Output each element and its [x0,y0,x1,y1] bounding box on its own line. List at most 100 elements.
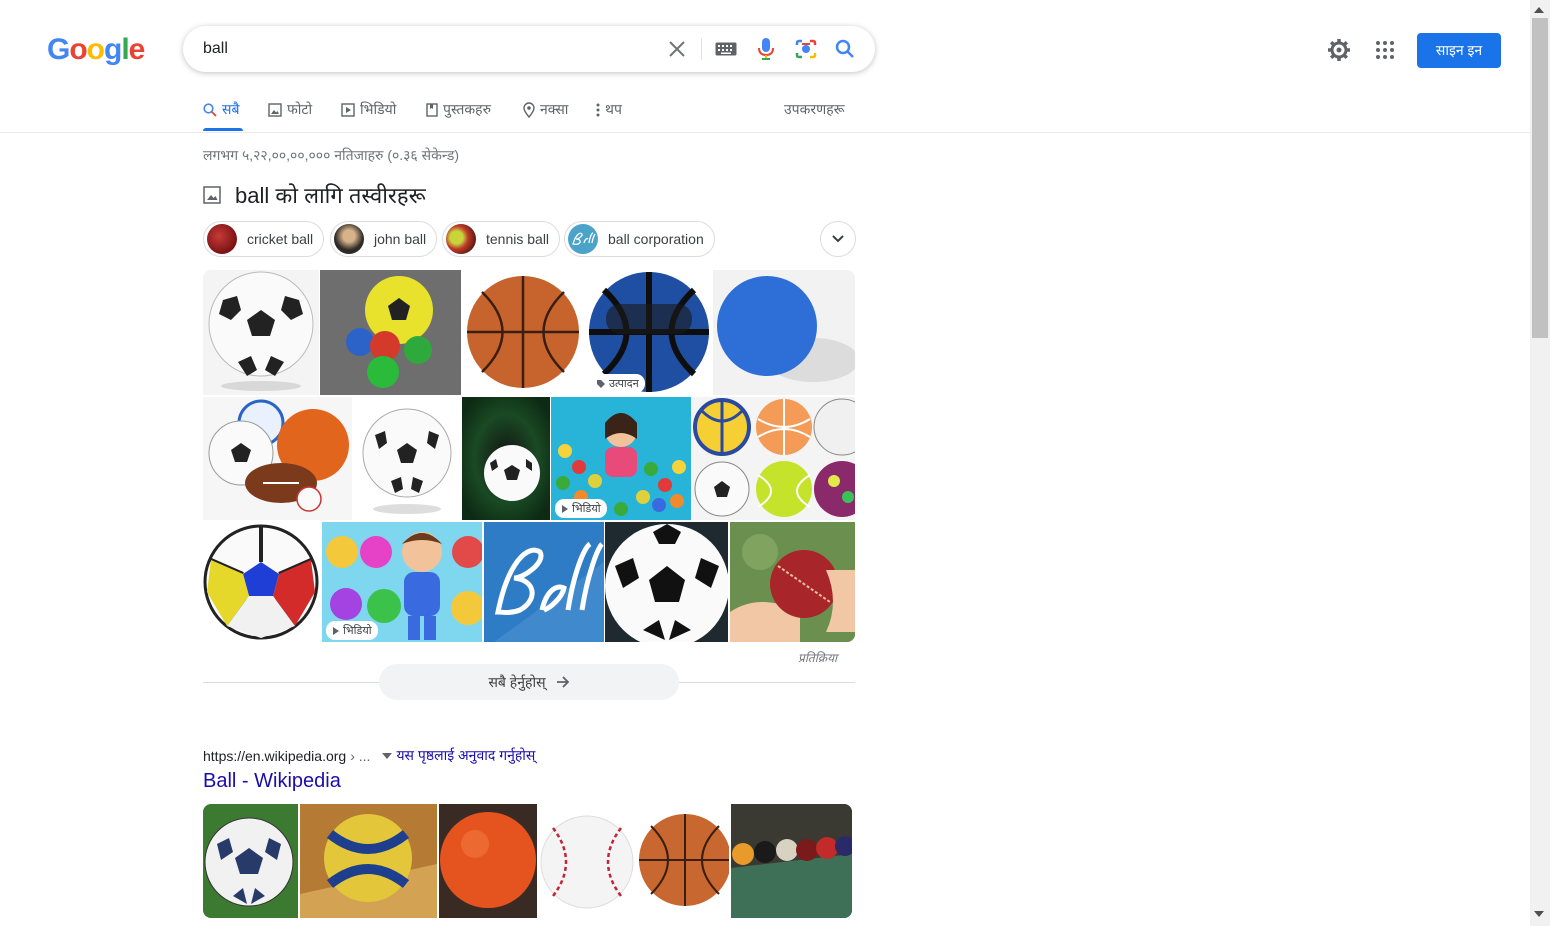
microphone-icon[interactable] [754,37,778,61]
image-result[interactable]: उत्पादन [586,270,712,395]
chip-john-ball[interactable]: john ball [330,221,438,257]
image-result[interactable] [203,522,321,642]
tab-maps[interactable]: नक्सा [523,100,568,130]
logo-letter: g [104,33,122,66]
search-input[interactable] [203,37,643,61]
tab-more[interactable]: थप [596,100,622,130]
image-result[interactable] [203,270,319,395]
apps-grid-icon[interactable] [1376,41,1394,64]
logo-letter: l [121,33,129,66]
tab-images[interactable]: फोटो [268,100,312,130]
chip-tennis-ball[interactable]: tennis ball [442,221,561,257]
result-title-link[interactable]: Ball - Wikipedia [203,770,341,793]
chip-label: ball corporation [608,231,704,247]
google-logo[interactable]: Google [47,33,146,67]
more-vert-icon [596,103,600,117]
image-result[interactable] [320,270,461,395]
image-result[interactable] [300,804,437,918]
image-result[interactable]: भिडियो [322,522,482,642]
image-icon [203,186,221,204]
logo-letter: o [86,33,105,66]
image-grid: उत्पादन भिडियो भिडियो [203,270,855,642]
tab-label: भिडियो [360,101,397,117]
camera-lens-icon[interactable] [794,37,818,61]
tab-label: सबै [222,101,240,117]
arrow-right-icon [556,676,569,688]
result-image-strip [203,804,852,918]
logo-letter: G [47,33,70,66]
play-icon [333,626,339,635]
feedback-link[interactable]: प्रतिक्रिया [798,649,837,666]
cite-url: https://en.wikipedia.org [203,747,347,764]
chip-label: cricket ball [247,231,314,247]
map-pin-icon [523,102,535,118]
caret-down-icon[interactable] [382,752,393,759]
badge-label: उत्पादन [609,378,639,390]
product-badge: उत्पादन [590,374,645,393]
signin-button[interactable]: साइन इन [1417,33,1501,68]
chip-cricket-ball[interactable]: cricket ball [203,221,325,257]
image-result[interactable] [730,522,855,642]
ball-corp-logo-thumbnail [568,224,598,254]
keyboard-icon[interactable] [714,37,738,61]
search-icon[interactable] [833,37,857,61]
tag-icon [597,379,605,388]
video-icon [341,103,355,117]
image-result[interactable] [731,804,852,918]
chip-thumbnail [207,224,237,254]
tools-button[interactable]: उपकरणहरू [784,100,845,119]
chip-label: john ball [374,231,427,247]
ball-corp-logo-image[interactable] [484,522,604,642]
tab-label: पुस्तकहरु [443,101,491,117]
active-tab-indicator [203,128,243,131]
chevron-down-icon [832,235,844,243]
tab-label: थप [605,101,622,117]
badge-label: भिडियो [572,503,601,515]
image-result[interactable] [692,397,855,520]
badge-label: भिडियो [343,625,372,637]
tab-videos[interactable]: भिडियो [341,100,396,130]
video-badge: भिडियो [555,499,607,518]
clear-icon[interactable] [665,37,689,61]
image-result[interactable] [637,804,729,918]
tab-books[interactable]: पुस्तकहरु [426,100,491,130]
chip-thumbnail [446,224,476,254]
image-result[interactable] [605,522,728,642]
header: Google साइन इन [0,0,1530,96]
result-stats: लगभग ५,२२,००,००,००० नतिजाहरु (०.३६ सेकेन… [203,147,459,163]
chip-ball-corporation[interactable]: ball corporation [564,221,715,257]
video-badge: भिडियो [326,621,378,640]
search-divider [701,38,702,60]
scroll-down-arrow-icon[interactable] [1534,911,1544,917]
image-result[interactable]: भिडियो [551,397,691,520]
scroll-up-arrow-icon[interactable] [1534,7,1544,13]
result-cite[interactable]: https://en.wikipedia.org › ... यस पृष्ठल… [203,746,535,765]
scrollbar-thumb[interactable] [1532,18,1548,338]
book-icon [426,103,438,117]
logo-letter: o [69,33,87,66]
chip-thumbnail [334,224,364,254]
chip-label: tennis ball [486,231,550,247]
translate-link[interactable]: यस पृष्ठलाई अनुवाद गर्नुहोस् [396,746,535,765]
logo-letter: e [128,33,146,66]
see-all-button[interactable]: सबै हेर्नुहोस् [379,664,679,700]
see-all-label: सबै हेर्नुहोस् [488,673,546,690]
image-result[interactable] [203,397,352,520]
tab-all[interactable]: सबै [203,100,239,130]
tab-label: फोटो [287,101,313,117]
settings-gear-icon[interactable] [1327,38,1351,67]
image-result[interactable] [462,397,550,520]
images-heading[interactable]: ball को लागि तस्वीरहरू [203,180,426,210]
image-result[interactable] [713,270,855,395]
search-icon [203,103,217,117]
chips-expand-button[interactable] [820,221,856,257]
images-heading-text: ball को लागि तस्वीरहरू [235,183,426,208]
tab-label: नक्सा [540,101,569,117]
header-divider [0,132,1530,133]
image-result[interactable] [203,804,298,918]
image-result[interactable] [462,270,585,395]
image-result[interactable] [539,804,635,918]
cite-breadcrumb: › ... [350,747,371,764]
image-result[interactable] [439,804,537,918]
image-result[interactable] [353,397,461,520]
